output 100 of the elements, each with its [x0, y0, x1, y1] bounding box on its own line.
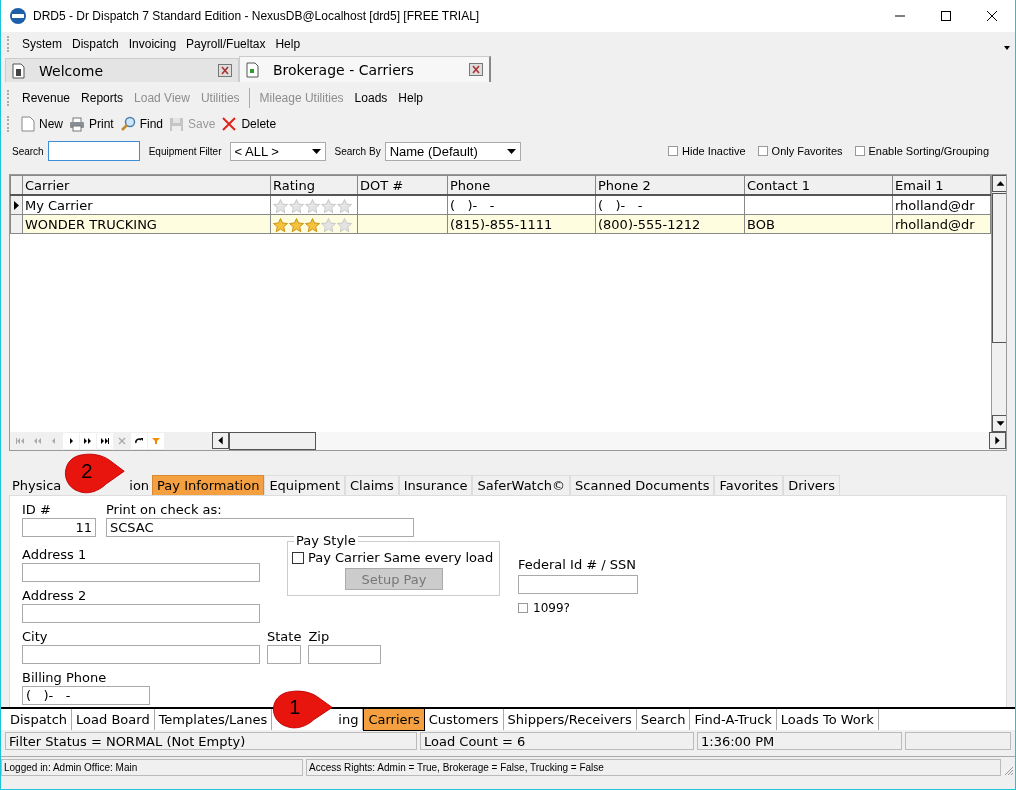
- field-label: Search: [12, 145, 44, 157]
- dropdown-arrow-icon: [506, 148, 516, 154]
- zip-field[interactable]: [308, 645, 382, 664]
- tab[interactable]: Search: [636, 709, 691, 730]
- menu-item[interactable]: Payroll/Fueltax: [182, 37, 272, 51]
- dropdown-arrow-icon: [311, 148, 321, 154]
- option-checkbox[interactable]: Enable Sorting/Grouping: [854, 145, 989, 157]
- option-checkbox[interactable]: Hide Inactive: [668, 145, 746, 157]
- delete-icon: [221, 116, 238, 132]
- search-icon: [119, 116, 136, 132]
- tab[interactable]: Physica: [9, 476, 65, 495]
- form-1099-checkbox[interactable]: 1099?: [518, 601, 638, 615]
- status-panel: Logged in: Admin Office: Main: [1, 758, 303, 776]
- skip-first-icon: [15, 437, 25, 445]
- star-icon: [289, 217, 304, 232]
- star-icon: [321, 217, 336, 232]
- print-button[interactable]: Print: [66, 116, 117, 132]
- star-icon: [273, 198, 288, 213]
- tab[interactable]: Templates/Lanes: [154, 709, 273, 730]
- state-field[interactable]: [267, 645, 301, 664]
- city-field[interactable]: [22, 645, 260, 664]
- column-header[interactable]: Phone 2: [595, 175, 745, 195]
- page-icon: [21, 116, 35, 132]
- star-rating[interactable]: [273, 217, 352, 232]
- refresh-nav-button[interactable]: [131, 433, 147, 449]
- option-checkbox[interactable]: Only Favorites: [757, 145, 843, 157]
- column-header[interactable]: Contact 1: [744, 175, 893, 195]
- field-label: Print on check as:: [106, 502, 223, 518]
- menu-item[interactable]: Help: [394, 91, 430, 105]
- billing-phone-field[interactable]: ( )- -: [22, 686, 150, 705]
- tab[interactable]: Carriers: [363, 709, 425, 731]
- document-tab[interactable]: Brokerage - Carriers: [239, 56, 491, 82]
- last-nav-button[interactable]: [97, 433, 113, 449]
- cross-icon: [117, 437, 127, 445]
- column-header[interactable]: Carrier: [22, 175, 271, 195]
- address-field[interactable]: [22, 604, 260, 623]
- federal-id-field[interactable]: [518, 575, 638, 594]
- table-cell: rholland@dr: [895, 216, 975, 232]
- next-page-nav-button[interactable]: [80, 433, 96, 449]
- delete-button[interactable]: Delete: [218, 116, 280, 132]
- address-field[interactable]: [22, 563, 260, 582]
- printer-icon: [69, 116, 85, 132]
- close-icon[interactable]: [986, 10, 998, 22]
- resize-grip-icon[interactable]: [1004, 766, 1014, 776]
- menu-item[interactable]: Reports: [77, 91, 131, 105]
- menu-item[interactable]: System: [18, 37, 68, 51]
- field-label: Zip: [308, 629, 331, 645]
- field-label: City: [22, 629, 49, 645]
- tab[interactable]: Dispatch: [6, 709, 73, 730]
- document-icon: [12, 62, 25, 79]
- table-cell: (800)-555-1212: [598, 216, 701, 232]
- search-field[interactable]: [47, 141, 140, 161]
- column-header[interactable]: DOT #: [357, 175, 448, 195]
- callout-marker: 2: [64, 453, 127, 495]
- dropdown-caret-icon[interactable]: [1004, 46, 1010, 50]
- column-header[interactable]: Email 1: [892, 175, 991, 195]
- search-by-dropdown[interactable]: Name (Default): [384, 141, 521, 161]
- double-right-icon: [83, 437, 93, 445]
- menu-item[interactable]: Help: [271, 37, 307, 51]
- status-panel: Access Rights: Admin = True, Brokerage = False, Trucking = False: [306, 758, 1001, 776]
- pay-same-checkbox[interactable]: Pay Carrier Same every load: [292, 550, 494, 565]
- table-cell: ( )- -: [598, 197, 643, 213]
- menu-item[interactable]: Invoicing: [124, 37, 183, 51]
- tab[interactable]: Loads To Work: [776, 709, 879, 730]
- status-panel: 1:36:00 PM: [697, 732, 902, 750]
- table-cell: BOB: [747, 216, 775, 232]
- tab[interactable]: ion: [126, 476, 153, 495]
- menu-item[interactable]: Loads: [350, 91, 395, 105]
- scrollbar-thumb[interactable]: [992, 193, 1006, 343]
- group-title: Pay Style: [294, 533, 358, 548]
- find-button[interactable]: Find: [116, 116, 167, 132]
- field-label: Federal Id # / SSN: [518, 557, 638, 573]
- tab[interactable]: Find-A-Truck: [690, 709, 777, 730]
- tab[interactable]: Shippers/Receivers: [503, 709, 637, 730]
- scrollbar-thumb[interactable]: [229, 432, 316, 450]
- new-button[interactable]: New: [18, 116, 66, 132]
- menu-item[interactable]: Dispatch: [68, 37, 125, 51]
- tab[interactable]: Load Board: [72, 709, 155, 730]
- next-nav-button[interactable]: [63, 433, 79, 449]
- scroll-left-icon[interactable]: [212, 432, 229, 449]
- skip-last-icon: [100, 437, 110, 445]
- table-cell: rholland@dr: [895, 197, 975, 213]
- table-cell: WONDER TRUCKING: [25, 216, 157, 232]
- field-label: Address 1: [22, 547, 88, 563]
- maximize-icon[interactable]: [940, 10, 952, 22]
- document-tab[interactable]: Welcome: [5, 58, 239, 82]
- star-icon: [305, 198, 320, 213]
- id-field[interactable]: 11: [22, 518, 96, 537]
- status-panel: Filter Status = NORMAL (Not Empty): [5, 732, 417, 750]
- tab[interactable]: Customers: [424, 709, 504, 730]
- tab[interactable]: Pay Information: [152, 475, 265, 495]
- document-icon: [246, 61, 259, 78]
- scroll-right-icon[interactable]: [989, 432, 1006, 449]
- equipment-filter-dropdown[interactable]: < ALL >: [229, 141, 326, 161]
- star-rating[interactable]: [273, 198, 352, 213]
- menu-item[interactable]: Revenue: [18, 91, 78, 105]
- field-label: ID #: [22, 502, 52, 518]
- column-header[interactable]: Phone: [447, 175, 596, 195]
- column-header[interactable]: Rating: [270, 175, 358, 195]
- scroll-up-icon[interactable]: [992, 175, 1006, 192]
